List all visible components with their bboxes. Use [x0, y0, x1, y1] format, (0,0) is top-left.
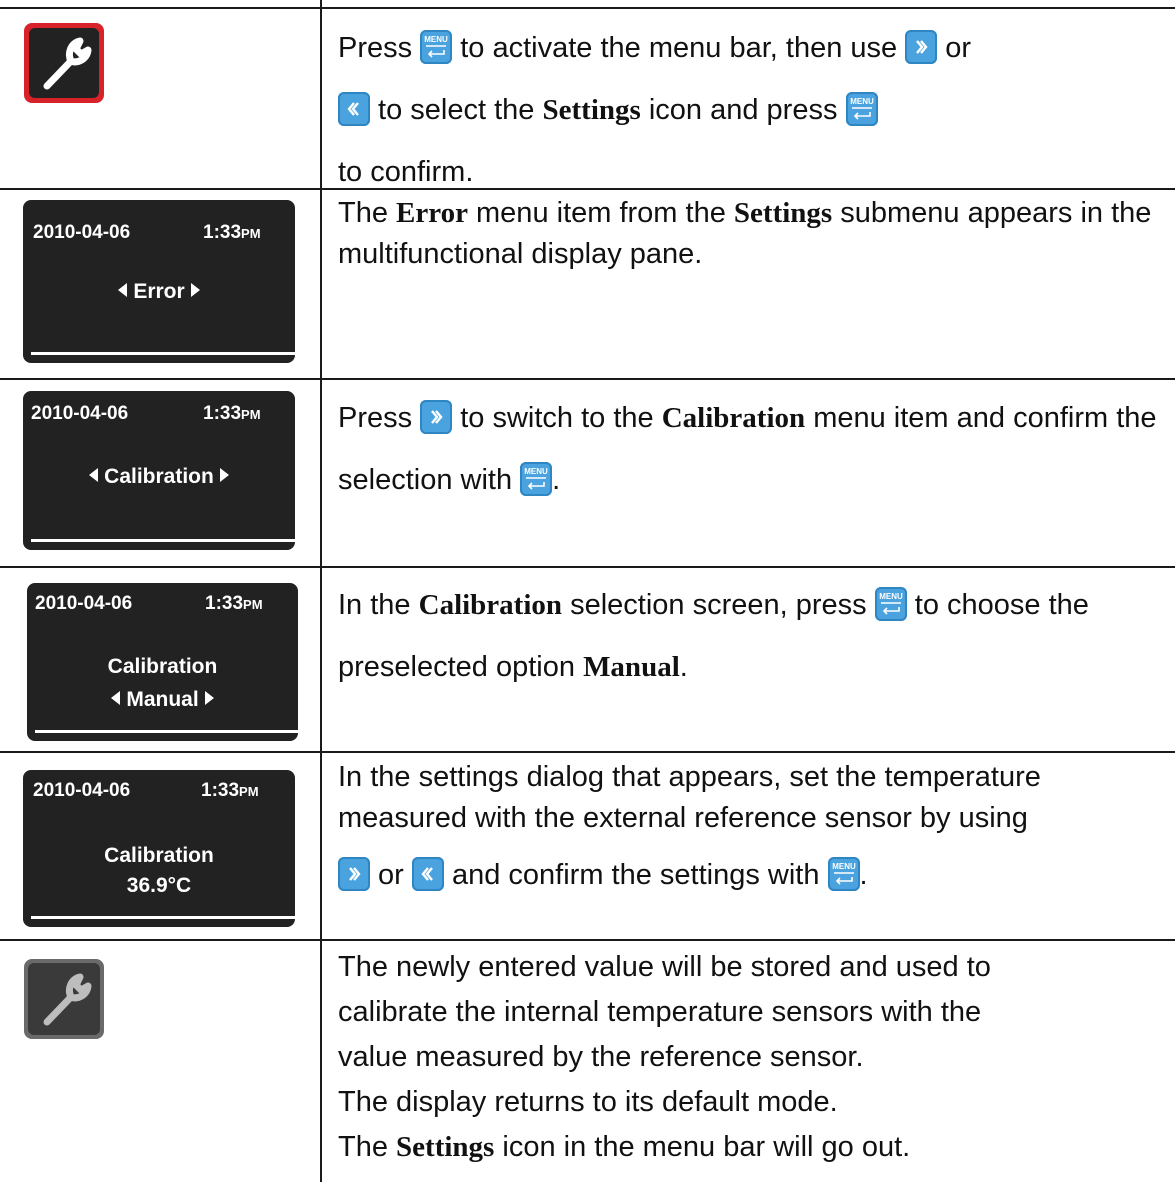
display-screen-calibration: 2010-04-06 1:33PM Calibration — [23, 391, 295, 550]
step-5-text: In the settings dialog that appears, set… — [338, 761, 1041, 892]
left-triangle-icon — [89, 468, 99, 483]
screen-date: 2010-04-06 — [33, 222, 131, 243]
svg-text:MENU: MENU — [832, 862, 856, 871]
right-arrow-key-icon — [420, 400, 453, 435]
screen-time: 1:33PM — [203, 403, 261, 424]
right-triangle-icon — [190, 283, 200, 298]
screen-time: 1:33PM — [205, 593, 263, 614]
screen-time: 1:33PM — [203, 222, 261, 243]
left-arrow-key-icon — [338, 92, 370, 127]
screen-date: 2010-04-06 — [31, 403, 129, 424]
screen-title: Calibration — [104, 844, 214, 867]
menu-key-icon: MENU — [420, 30, 453, 65]
screen-date: 2010-04-06 — [33, 780, 131, 801]
svg-text:MENU: MENU — [424, 35, 448, 44]
right-arrow-key-icon — [905, 30, 938, 65]
wrench-icon-inactive — [24, 959, 104, 1039]
step-2-text: The Error menu item from the Settings su… — [338, 197, 1152, 270]
row-divider — [0, 939, 1175, 941]
step-4-text: In the Calibration selection screen, pre… — [338, 587, 1089, 683]
table-top-border — [0, 7, 1175, 9]
step-6-text: The newly entered value will be stored a… — [338, 951, 991, 1163]
screen-time: 1:33PM — [201, 780, 259, 801]
column-divider — [320, 0, 322, 1182]
svg-text:MENU: MENU — [524, 467, 548, 476]
display-screen-calibration-value: 2010-04-06 1:33PM Calibration 36.9°C — [23, 770, 295, 927]
screen-date: 2010-04-06 — [35, 593, 133, 614]
screen-menu-item: Calibration — [23, 465, 295, 489]
display-screen-error: 2010-04-06 1:33PM Error — [23, 200, 295, 363]
screen-menu-bar — [31, 539, 295, 542]
right-triangle-icon — [219, 468, 229, 483]
screen-menu-bar — [31, 916, 295, 919]
row-divider — [0, 566, 1175, 568]
step-3-text: Press to switch to the Calibration menu … — [338, 400, 1157, 497]
menu-key-icon: MENU — [520, 462, 553, 497]
wrench-icon-active — [24, 23, 104, 103]
row-divider — [0, 378, 1175, 380]
screen-menu-bar — [31, 352, 295, 355]
right-triangle-icon — [204, 691, 214, 706]
screen-title: Calibration — [107, 655, 218, 678]
step-1-text: Press MENU to activate the menu bar, the… — [338, 30, 972, 188]
menu-key-icon: MENU — [845, 92, 878, 127]
row-divider — [0, 751, 1175, 753]
svg-text:MENU: MENU — [879, 592, 903, 601]
screen-menu-bar — [35, 730, 298, 733]
left-arrow-key-icon — [411, 857, 444, 892]
menu-key-icon: MENU — [827, 857, 860, 892]
screen-menu-item: Error — [23, 280, 295, 304]
right-arrow-key-icon — [338, 857, 370, 892]
svg-text:MENU: MENU — [850, 97, 874, 106]
menu-key-icon: MENU — [874, 587, 907, 622]
screen-value: 36.9°C — [126, 874, 192, 897]
left-triangle-icon — [111, 691, 121, 706]
screen-option: Manual — [27, 688, 298, 712]
left-triangle-icon — [118, 283, 128, 298]
display-screen-calibration-manual: 2010-04-06 1:33PM Calibration Manual — [27, 583, 298, 741]
